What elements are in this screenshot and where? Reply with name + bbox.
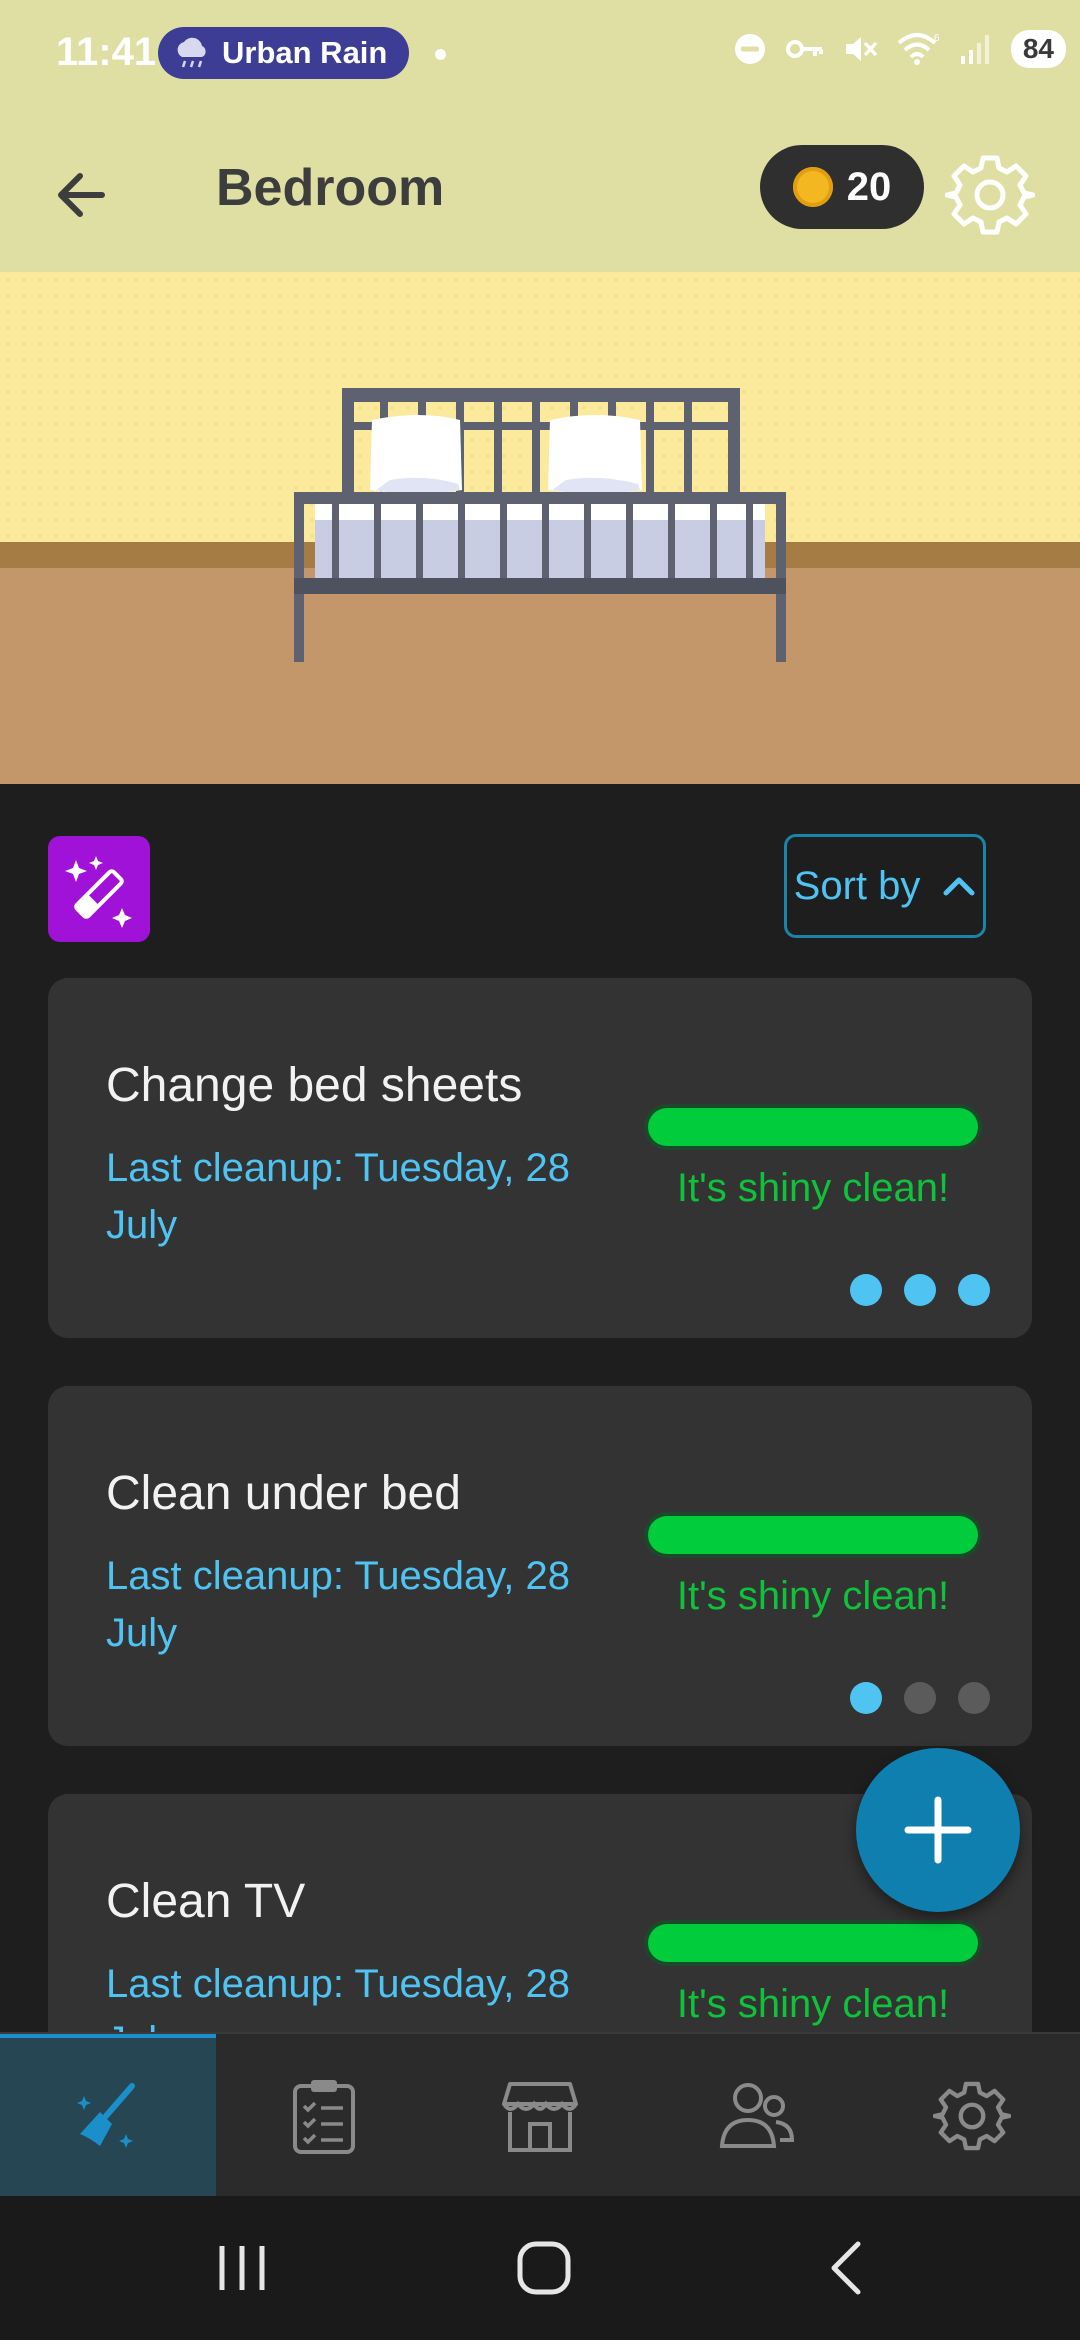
page-title: Bedroom xyxy=(216,159,445,217)
nav-item-people[interactable] xyxy=(648,2034,864,2198)
back-nav-icon[interactable] xyxy=(806,2232,886,2304)
chevron-up-icon xyxy=(943,877,975,896)
task-frequency-dots xyxy=(850,1682,990,1714)
sort-by-label: Sort by xyxy=(793,863,921,908)
frequency-dot xyxy=(850,1682,882,1714)
home-icon[interactable] xyxy=(504,2232,584,2304)
store-icon xyxy=(502,2082,578,2152)
mute-icon xyxy=(845,37,878,61)
cleanliness-status: It's shiny clean! xyxy=(676,1574,950,1618)
bed-illustration xyxy=(294,388,786,662)
frequency-dot xyxy=(904,1274,936,1306)
back-arrow-icon[interactable] xyxy=(48,160,118,230)
sort-by-button[interactable]: Sort by xyxy=(784,834,986,938)
rain-cloud-icon xyxy=(177,37,206,68)
gear-icon xyxy=(933,2081,1011,2151)
frequency-dot xyxy=(958,1682,990,1714)
nav-item-cleaning[interactable] xyxy=(0,2034,216,2198)
frequency-dot xyxy=(958,1274,990,1306)
notification-dot xyxy=(435,49,446,60)
cleanliness-fill xyxy=(648,1108,978,1146)
task-title: Clean TV xyxy=(106,1875,306,1928)
clipboard-checklist-icon xyxy=(293,2080,355,2154)
broom-icon xyxy=(77,2083,135,2148)
recent-apps-icon[interactable] xyxy=(202,2232,282,2304)
app-bar: Bedroom 20 xyxy=(0,110,1080,272)
magic-wand-icon xyxy=(65,856,132,928)
cleanliness-bar xyxy=(644,1920,982,1966)
coin-balance[interactable]: 20 xyxy=(760,145,924,229)
nav-item-settings[interactable] xyxy=(864,2034,1080,2198)
cleanliness-bar xyxy=(644,1512,982,1558)
cleanliness-status: It's shiny clean! xyxy=(676,1982,950,2026)
weather-chip: Urban Rain xyxy=(158,27,410,79)
nav-item-tasks[interactable] xyxy=(216,2034,432,2198)
task-card[interactable]: Clean under bed Last cleanup: Tuesday, 2… xyxy=(48,1386,1032,1746)
cleanliness-status: It's shiny clean! xyxy=(676,1166,950,1210)
weather-label: Urban Rain xyxy=(222,35,388,70)
battery-indicator: 84 xyxy=(1010,30,1066,68)
bottom-navigation xyxy=(0,2032,1080,2198)
task-last-cleanup: Last cleanup: Tuesday, 28 July xyxy=(106,1962,571,2032)
status-time: 11:41 xyxy=(56,30,157,74)
task-title: Clean under bed xyxy=(106,1467,461,1520)
vpn-key-icon xyxy=(785,40,823,58)
frequency-dot xyxy=(850,1274,882,1306)
task-last-cleanup: Last cleanup: Tuesday, 28 July xyxy=(106,1146,571,1247)
room-illustration xyxy=(0,272,1080,784)
plus-icon xyxy=(904,1796,972,1864)
room-settings-gear-icon[interactable] xyxy=(945,150,1035,240)
people-icon xyxy=(719,2083,795,2148)
cleanliness-bar xyxy=(644,1104,982,1150)
nav-item-store[interactable] xyxy=(432,2034,648,2198)
signal-icon xyxy=(960,35,989,64)
task-last-cleanup: Last cleanup: Tuesday, 28 July xyxy=(106,1554,571,1655)
task-title: Change bed sheets xyxy=(106,1059,523,1112)
cleanliness-fill xyxy=(648,1924,978,1962)
svg-text:6: 6 xyxy=(934,33,940,44)
dnd-icon xyxy=(734,34,765,64)
task-card[interactable]: Change bed sheets Last cleanup: Tuesday,… xyxy=(48,978,1032,1338)
task-frequency-dots xyxy=(850,1274,990,1306)
magic-wand-button[interactable] xyxy=(48,836,150,942)
cleanliness-fill xyxy=(648,1516,978,1554)
wifi-icon: 6 xyxy=(897,33,940,65)
coin-icon xyxy=(792,167,833,207)
coin-count: 20 xyxy=(846,164,892,209)
status-bar: 11:41 Urban Rain 6 84 xyxy=(0,0,1080,110)
frequency-dot xyxy=(904,1682,936,1714)
status-icons: 6 84 xyxy=(733,30,1066,68)
system-navigation-bar xyxy=(0,2196,1080,2340)
add-task-button[interactable] xyxy=(856,1748,1020,1912)
